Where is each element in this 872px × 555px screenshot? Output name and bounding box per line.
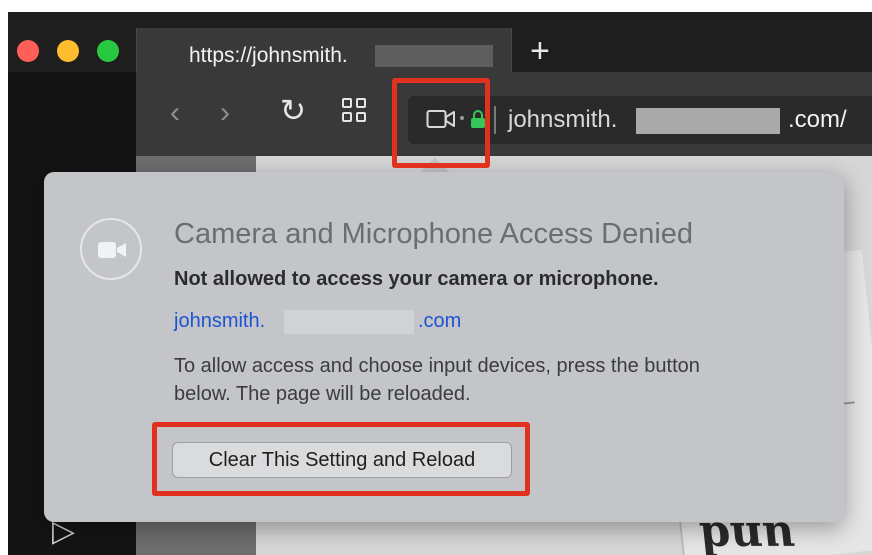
tab-active[interactable]: https://johnsmith.: [136, 28, 512, 72]
site-name-prefix: johnsmith.: [174, 310, 266, 332]
address-tld[interactable]: .com/: [788, 106, 847, 134]
redaction-mask: [284, 310, 414, 334]
tab-strip: https://johnsmith. +: [8, 12, 872, 72]
popover-icon: [80, 218, 142, 280]
back-button[interactable]: ‹: [170, 98, 180, 128]
toolbar: ‹ › ↻ johnsmith. .com/: [136, 72, 872, 156]
camera-icon: [98, 242, 126, 258]
annotation-highlight-camera: [392, 78, 490, 168]
redaction-mask: [375, 45, 493, 67]
tab-title: https://johnsmith.: [189, 44, 348, 67]
window-maximize-button[interactable]: [97, 40, 119, 62]
reload-button[interactable]: ↻: [280, 95, 306, 126]
browser-window: https://johnsmith. + ‹ › ↻ johnsmith. .c…: [8, 12, 872, 555]
redaction-mask: [636, 108, 780, 134]
popover-title: Camera and Microphone Access Denied: [174, 218, 694, 250]
tab-overview-icon[interactable]: [342, 98, 368, 124]
popover-body: To allow access and choose input devices…: [174, 355, 700, 405]
popover-subtitle: Not allowed to access your camera or mic…: [174, 268, 659, 290]
window-minimize-button[interactable]: [57, 40, 79, 62]
site-name-suffix: .com: [418, 310, 462, 332]
window-close-button[interactable]: [17, 40, 39, 62]
forward-button[interactable]: ›: [220, 98, 230, 128]
annotation-highlight-button: [152, 422, 530, 496]
address-host[interactable]: johnsmith.: [508, 106, 617, 134]
new-tab-button[interactable]: +: [530, 34, 550, 68]
address-separator: [494, 106, 496, 134]
